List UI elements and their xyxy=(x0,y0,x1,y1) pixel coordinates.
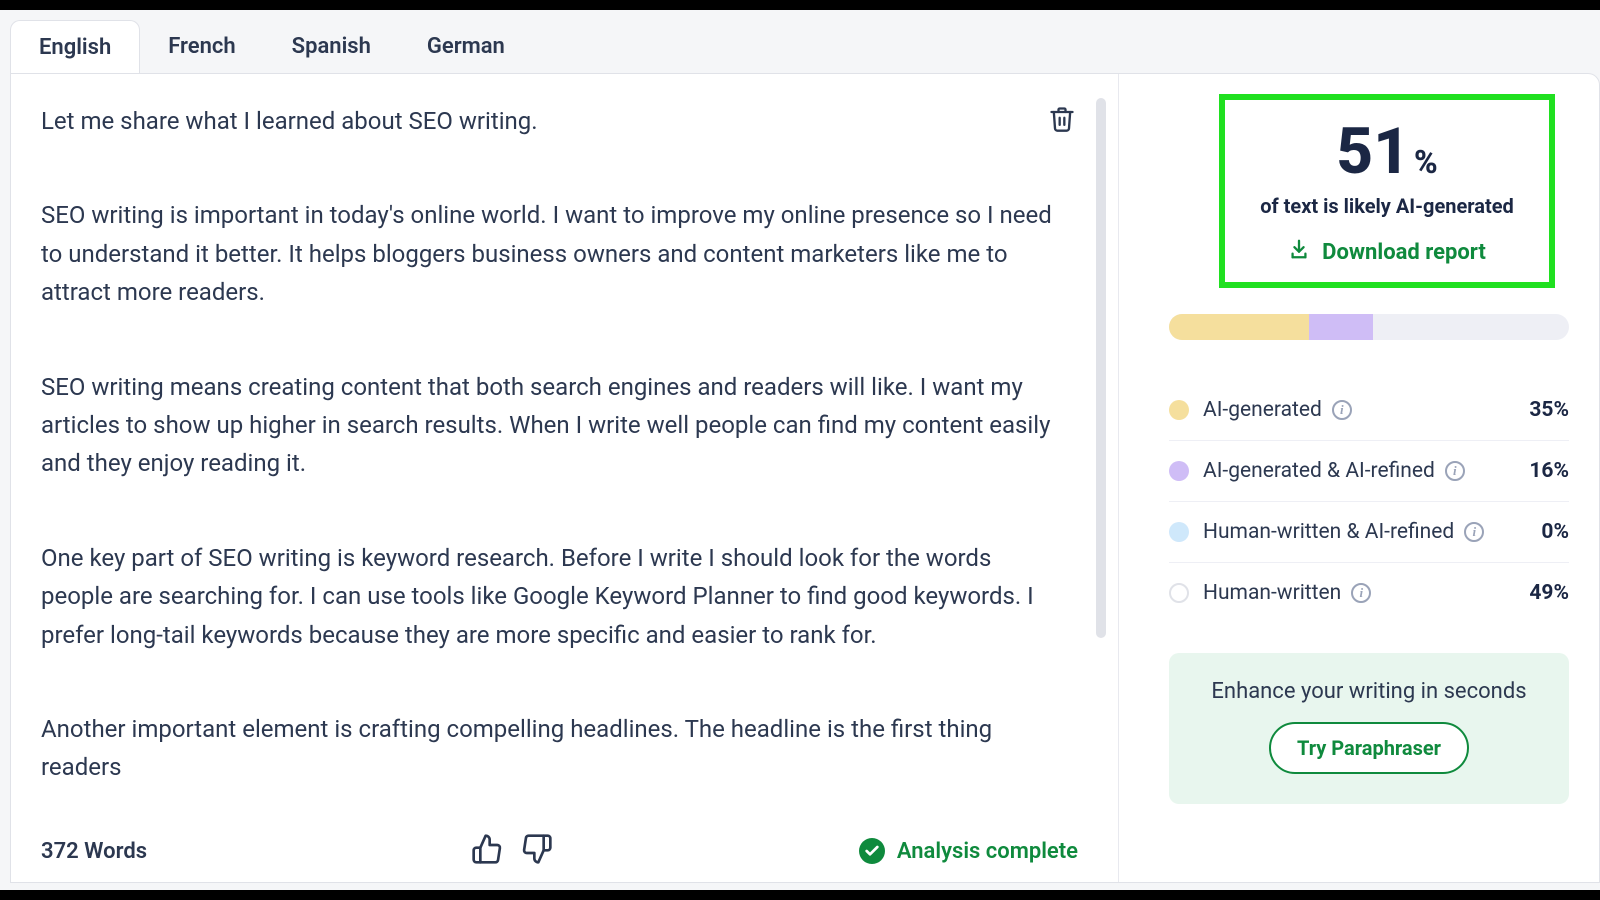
color-dot xyxy=(1169,583,1189,603)
metric-row: AI-generated & AI-refined i 16% xyxy=(1169,441,1569,502)
info-icon[interactable]: i xyxy=(1445,461,1465,481)
paragraph: One key part of SEO writing is keyword r… xyxy=(41,539,1058,654)
score-subtext: of text is likely AI-generated xyxy=(1255,194,1519,218)
thumbs-down-icon[interactable] xyxy=(521,833,553,869)
score-unit: % xyxy=(1414,146,1438,178)
editor-scroll[interactable]: Let me share what I learned about SEO wr… xyxy=(41,102,1058,802)
app-root: English French Spanish German Let me sha… xyxy=(0,10,1600,890)
tab-german[interactable]: German xyxy=(399,20,533,74)
metrics-list: AI-generated i 35% AI-generated & AI-ref… xyxy=(1169,380,1569,623)
score-number: 51 xyxy=(1336,120,1410,184)
score-box: 51% of text is likely AI-generated Downl… xyxy=(1219,94,1555,288)
tab-spanish[interactable]: Spanish xyxy=(264,20,399,74)
results-sidebar: 51% of text is likely AI-generated Downl… xyxy=(1119,74,1599,882)
word-count: 372 Words xyxy=(41,839,147,864)
info-icon[interactable]: i xyxy=(1351,583,1371,603)
feedback-buttons xyxy=(471,833,553,869)
metric-percent: 16% xyxy=(1529,459,1569,483)
paragraph: SEO writing means creating content that … xyxy=(41,368,1058,483)
download-icon xyxy=(1288,238,1310,266)
download-report-link[interactable]: Download report xyxy=(1288,238,1486,266)
thumbs-up-icon[interactable] xyxy=(471,833,503,869)
tab-french[interactable]: French xyxy=(140,20,263,74)
paragraph: Let me share what I learned about SEO wr… xyxy=(41,102,1058,140)
metric-label: Human-written & AI-refined i xyxy=(1203,520,1527,544)
metric-row: Human-written & AI-refined i 0% xyxy=(1169,502,1569,563)
metric-row: AI-generated i 35% xyxy=(1169,380,1569,441)
enhance-title: Enhance your writing in seconds xyxy=(1189,679,1549,704)
metric-row: Human-written i 49% xyxy=(1169,563,1569,623)
editor-footer: 372 Words xyxy=(41,838,1078,864)
editor-pane: Let me share what I learned about SEO wr… xyxy=(11,74,1119,882)
metric-percent: 0% xyxy=(1541,520,1569,544)
info-icon[interactable]: i xyxy=(1332,400,1352,420)
color-dot xyxy=(1169,522,1189,542)
tab-english[interactable]: English xyxy=(10,20,140,74)
enhance-card: Enhance your writing in seconds Try Para… xyxy=(1169,653,1569,804)
metric-label: Human-written i xyxy=(1203,581,1515,605)
bar-ai-generated xyxy=(1169,314,1309,340)
metric-percent: 49% xyxy=(1529,581,1569,605)
color-dot xyxy=(1169,461,1189,481)
info-icon[interactable]: i xyxy=(1464,522,1484,542)
paragraph: SEO writing is important in today's onli… xyxy=(41,196,1058,311)
try-paraphraser-button[interactable]: Try Paraphraser xyxy=(1269,722,1469,774)
color-dot xyxy=(1169,400,1189,420)
checkmark-icon xyxy=(859,838,885,864)
bar-ai-refined xyxy=(1309,314,1373,340)
download-label: Download report xyxy=(1322,240,1486,265)
metric-label: AI-generated i xyxy=(1203,398,1515,422)
status-label: Analysis complete xyxy=(897,839,1078,864)
metric-label: AI-generated & AI-refined i xyxy=(1203,459,1515,483)
metric-percent: 35% xyxy=(1529,398,1569,422)
language-tabs: English French Spanish German xyxy=(10,20,1600,74)
paragraph: Another important element is crafting co… xyxy=(41,710,1058,787)
analysis-status: Analysis complete xyxy=(859,838,1078,864)
probability-bar xyxy=(1169,314,1569,340)
score-value: 51% xyxy=(1336,120,1438,184)
main-panel: Let me share what I learned about SEO wr… xyxy=(10,73,1600,883)
scrollbar[interactable] xyxy=(1096,98,1106,638)
editor-text[interactable]: Let me share what I learned about SEO wr… xyxy=(41,102,1058,787)
